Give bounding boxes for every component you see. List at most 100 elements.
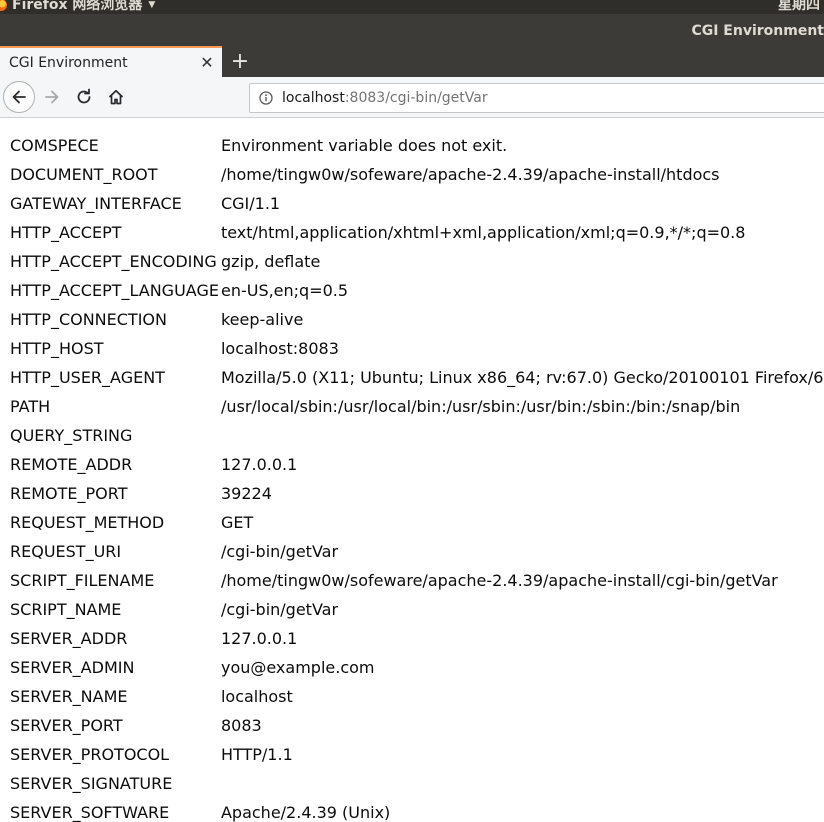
env-var-name: SERVER_SIGNATURE — [10, 774, 173, 793]
table-row: SCRIPT_FILENAME/home/tingw0w/sofeware/ap… — [8, 566, 824, 595]
env-var-value: 39224 — [220, 484, 272, 503]
env-var-name: HTTP_ACCEPT — [10, 223, 122, 242]
env-var-name: DOCUMENT_ROOT — [10, 165, 158, 184]
close-tab-icon[interactable]: ✕ — [196, 53, 218, 72]
env-var-value: HTTP/1.1 — [220, 745, 293, 764]
caret-down-icon: ▼ — [148, 0, 156, 10]
env-var-name: SCRIPT_FILENAME — [10, 571, 155, 590]
env-var-value: /home/tingw0w/sofeware/apache-2.4.39/apa… — [220, 165, 720, 184]
env-var-value: CGI/1.1 — [220, 194, 281, 213]
env-var-name: HTTP_ACCEPT_ENCODING — [10, 252, 217, 271]
system-top-bar: Firefox 网络浏览器 ▼ 星期四 — [0, 0, 824, 14]
table-row: REQUEST_METHOD GET — [8, 508, 824, 537]
arrow-left-icon — [12, 90, 26, 104]
env-var-value: gzip, deflate — [220, 252, 321, 271]
env-var-value: /cgi-bin/getVar — [220, 542, 339, 561]
table-row: REQUEST_URI/cgi-bin/getVar — [8, 537, 824, 566]
env-var-value: Apache/2.4.39 (Unix) — [220, 803, 391, 822]
env-var-value: Mozilla/5.0 (X11; Ubuntu; Linux x86_64; … — [220, 368, 824, 387]
env-var-value: GET — [220, 513, 254, 532]
env-var-name: HTTP_USER_AGENT — [10, 368, 165, 387]
env-var-name: HTTP_HOST — [10, 339, 104, 358]
env-var-name: SERVER_ADDR — [10, 629, 128, 648]
table-row: SERVER_SOFTWARE Apache/2.4.39 (Unix) — [8, 798, 824, 822]
back-button[interactable] — [3, 81, 35, 113]
env-var-value — [219, 769, 824, 798]
table-row: SERVER_SIGNATURE — [8, 769, 824, 798]
env-var-value: Environment variable does not exit. — [220, 136, 508, 155]
site-info-icon[interactable] — [259, 91, 273, 105]
table-row: QUERY_STRING — [8, 421, 824, 450]
env-var-name: SERVER_NAME — [10, 687, 128, 706]
env-var-name: COMSPECE — [10, 136, 99, 155]
tab-strip: CGI Environment ✕ + — [0, 46, 824, 77]
firefox-logo-icon — [0, 0, 7, 11]
home-icon — [108, 89, 124, 105]
env-var-name: HTTP_ACCEPT_LANGUAGE — [10, 281, 219, 300]
table-row: HTTP_CONNECTION keep-alive — [8, 305, 824, 334]
env-var-value — [219, 421, 824, 450]
table-row: SERVER_PROTOCOL HTTP/1.1 — [8, 740, 824, 769]
table-row: HTTP_USER_AGENT Mozilla/5.0 (X11; Ubuntu;… — [8, 363, 824, 392]
env-var-value: en-US,en;q=0.5 — [220, 281, 349, 300]
table-row: HTTP_ACCEPT_ENCODING gzip, deflate — [8, 247, 824, 276]
env-var-value: /usr/local/sbin:/usr/local/bin:/usr/sbin… — [220, 397, 741, 416]
new-tab-button[interactable]: + — [228, 48, 252, 75]
system-clock[interactable]: 星期四 — [778, 0, 820, 12]
environment-table-body: COMSPECE Environment variable does not ex… — [8, 131, 824, 822]
env-var-value: text/html,application/xhtml+xml,applicat… — [220, 223, 746, 242]
url-host: localhost — [282, 90, 345, 106]
tab-cgi-environment[interactable]: CGI Environment ✕ — [0, 46, 222, 77]
table-row: HTTP_HOST localhost:8083 — [8, 334, 824, 363]
table-row: PATH/usr/local/sbin:/usr/local/bin:/usr/… — [8, 392, 824, 421]
table-row: HTTP_ACCEPT_LANGUAGE en-US,en;q=0.5 — [8, 276, 824, 305]
env-var-value: localhost — [220, 687, 293, 706]
app-menu[interactable]: Firefox 网络浏览器 ▼ — [0, 0, 156, 13]
env-var-name: SCRIPT_NAME — [10, 600, 122, 619]
env-var-value: /cgi-bin/getVar — [220, 600, 339, 619]
table-row: SERVER_ADMIN you@example.com — [8, 653, 824, 682]
env-var-value: keep-alive — [220, 310, 304, 329]
env-var-name: SERVER_ADMIN — [10, 658, 135, 677]
table-row: SERVER_PORT 8083 — [8, 711, 824, 740]
env-var-value: 127.0.0.1 — [220, 629, 298, 648]
env-var-name: REQUEST_METHOD — [10, 513, 165, 532]
table-row: COMSPECE Environment variable does not ex… — [8, 131, 824, 160]
env-var-value: localhost:8083 — [220, 339, 339, 358]
navigation-toolbar: localhost:8083/cgi-bin/getVar — [0, 77, 824, 118]
env-var-name: SERVER_SOFTWARE — [10, 803, 170, 822]
page-content: COMSPECE Environment variable does not ex… — [0, 118, 824, 822]
env-var-name: REMOTE_ADDR — [10, 455, 133, 474]
env-var-name: SERVER_PORT — [10, 716, 123, 735]
home-button[interactable] — [104, 85, 128, 109]
reload-button[interactable] — [72, 85, 96, 109]
table-row: DOCUMENT_ROOT/home/tingw0w/sofeware/apac… — [8, 160, 824, 189]
env-var-name: GATEWAY_INTERFACE — [10, 194, 182, 213]
env-var-value: /home/tingw0w/sofeware/apache-2.4.39/apa… — [220, 571, 778, 590]
table-row: HTTP_ACCEPT text/html,application/xhtml+x… — [8, 218, 824, 247]
env-var-name: QUERY_STRING — [10, 426, 133, 445]
table-row: GATEWAY_INTERFACE CGI/1.1 — [8, 189, 824, 218]
window-title: CGI Environment — [691, 23, 824, 39]
env-var-value: 8083 — [220, 716, 262, 735]
address-bar[interactable]: localhost:8083/cgi-bin/getVar — [249, 83, 824, 113]
window-title-bar[interactable]: CGI Environment — [0, 14, 824, 46]
table-row: SCRIPT_NAME/cgi-bin/getVar — [8, 595, 824, 624]
arrow-right-icon — [45, 90, 59, 104]
env-var-name: PATH — [10, 397, 51, 416]
env-var-value: you@example.com — [220, 658, 375, 677]
table-row: REMOTE_PORT 39224 — [8, 479, 824, 508]
tab-title: CGI Environment — [9, 54, 128, 71]
reload-icon — [77, 88, 91, 104]
env-var-name: REQUEST_URI — [10, 542, 122, 561]
env-var-name: HTTP_CONNECTION — [10, 310, 167, 329]
forward-button[interactable] — [40, 85, 64, 109]
env-var-value: 127.0.0.1 — [220, 455, 298, 474]
table-row: REMOTE_ADDR 127.0.0.1 — [8, 450, 824, 479]
env-var-name: SERVER_PROTOCOL — [10, 745, 170, 764]
env-var-name: REMOTE_PORT — [10, 484, 128, 503]
app-menu-label: Firefox 网络浏览器 — [12, 0, 143, 13]
table-row: SERVER_NAME localhost — [8, 682, 824, 711]
url-path: :8083/cgi-bin/getVar — [344, 90, 488, 106]
table-row: SERVER_ADDR 127.0.0.1 — [8, 624, 824, 653]
